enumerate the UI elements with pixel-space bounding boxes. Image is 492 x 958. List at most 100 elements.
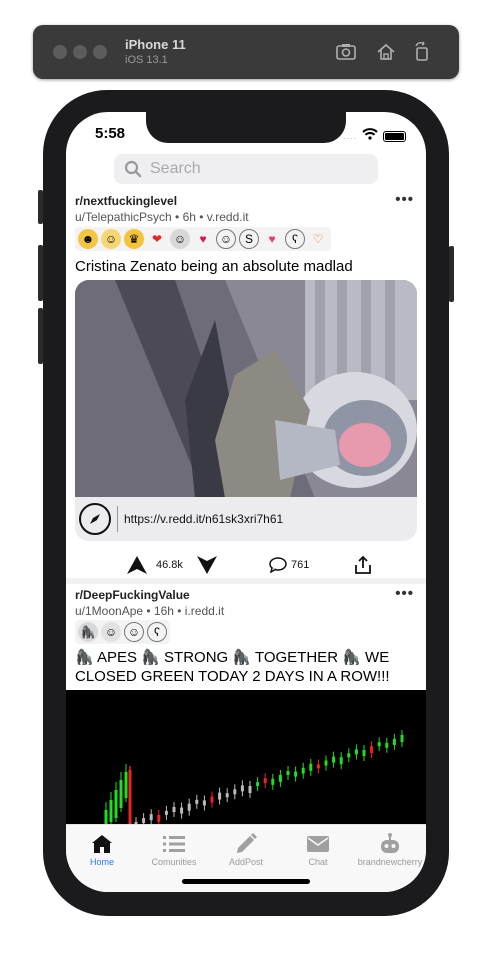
home-icon [66,831,138,857]
upvote-icon [127,556,147,574]
signal-icon: .... [342,131,357,141]
comments-button[interactable]: 761 [269,548,309,582]
candle [187,803,191,811]
wifi-icon [362,127,378,145]
candle [114,790,118,818]
robot-icon [354,831,426,857]
post-actions: 46.8k 761 [66,548,426,582]
list-icon [138,831,210,857]
simulator-title-bar: iPhone 11 iOS 13.1 [33,25,459,79]
minimize-window-button[interactable] [73,45,87,59]
candle [164,810,168,815]
heart-award-icon: ♥ [199,232,207,246]
tab-label: Chat [308,857,328,867]
candle [109,800,113,822]
smile-award-icon: ☺ [124,622,144,642]
candle [248,786,252,793]
post-image[interactable] [66,690,426,831]
notch [146,112,346,143]
tab-comunities[interactable]: Comunities [138,831,210,867]
candle [195,799,199,804]
heartwarming-award-icon: ❤ [151,232,163,246]
post-separator [66,578,426,584]
post-card[interactable]: r/nextfuckinglevel ••• u/TelepathicPsych… [66,191,426,578]
share-icon [355,555,371,574]
post-meta[interactable]: u/TelepathicPsych • 6h • v.redd.it [75,210,249,224]
tab-label: brandnewcherry [357,857,423,867]
mail-icon [282,831,354,857]
awards-row[interactable]: 🦍 ☺ ☺ ʕ [75,620,170,644]
candle [339,757,343,765]
wholesome-award-icon: ☺ [101,622,121,642]
screenshot-icon[interactable] [335,41,357,63]
candle [263,778,267,784]
volume-down-button [38,308,43,364]
candle [119,780,123,808]
video-preview[interactable]: https://v.redd.it/n61sk3xri7h61 [75,280,417,541]
silver-award-icon: S [239,229,259,249]
post-title[interactable]: Cristina Zenato being an absolute madlad [75,257,419,276]
candle [278,774,282,782]
candle [316,764,320,769]
home-device-icon[interactable] [375,41,397,63]
candle [271,778,275,785]
ape-award-icon: 🦍 [78,622,98,642]
post-subreddit[interactable]: r/DeepFuckingValue [75,588,190,602]
post-subreddit[interactable]: r/nextfuckinglevel [75,194,177,208]
gold-award-icon: ☻ [78,229,98,249]
post-meta[interactable]: u/1MoonApe • 16h • i.redd.it [75,604,224,618]
crown-award-icon: ♛ [124,229,144,249]
home-indicator [182,879,310,884]
simulator-os-version: iOS 13.1 [125,54,168,66]
candle [332,756,336,763]
candle [240,785,244,792]
link-row[interactable]: https://v.redd.it/n61sk3xri7h61 [75,497,417,541]
candle [124,772,128,798]
candle [256,782,260,787]
candle [324,760,328,766]
status-icons: .... [343,127,406,145]
candle [362,750,366,756]
candle [301,767,305,774]
awards-row[interactable]: ☻ ☺ ♛ ❤ ☺ ♥ ☺ S ♥ ʕ ♡ [75,227,331,251]
tab-home[interactable]: Home [66,831,138,867]
zoom-window-button[interactable] [93,45,107,59]
tab-addpost[interactable]: AddPost [210,831,282,867]
candle [225,793,229,798]
hug-award-icon: ♡ [312,232,324,246]
wholesome-award-icon: ☺ [170,229,190,249]
more-options-button[interactable]: ••• [395,585,414,602]
smile-award-icon: ☺ [216,229,236,249]
phone-screen: 5:58 .... Search r/nextfuckinglevel ••• … [66,112,426,892]
candle [128,770,132,830]
rotate-device-icon[interactable] [411,41,433,63]
search-placeholder: Search [150,160,201,177]
video-thumbnail [75,280,417,498]
tab-chat[interactable]: Chat [282,831,354,867]
pencil-icon [210,831,282,857]
status-time: 5:58 [95,125,126,142]
upvote-button[interactable] [126,548,148,582]
candle [370,746,374,754]
tab-profile[interactable]: brandnewcherry [354,831,426,867]
post-link-url[interactable]: https://v.redd.it/n61sk3xri7h61 [117,506,283,532]
compass-icon [79,503,111,535]
candle [392,738,396,745]
share-button[interactable] [354,548,372,582]
tab-label: Comunities [151,857,197,867]
post-title[interactable]: 🦍 APES 🦍 STRONG 🦍 TOGETHER 🦍 WE CLOSED G… [75,648,419,686]
search-bar[interactable]: Search [114,154,378,184]
downvote-button[interactable] [196,548,218,582]
candle [385,742,389,748]
candle [400,735,404,742]
comment-count: 761 [291,559,310,571]
close-window-button[interactable] [53,45,67,59]
candle [172,807,176,812]
love-award-icon: ♥ [268,232,276,246]
more-options-button[interactable]: ••• [395,191,414,208]
simulator-device-name: iPhone 11 [125,37,186,52]
tab-label: Home [89,857,114,867]
search-icon [124,160,142,178]
candle [180,807,184,814]
hugz-award-icon: ☺ [101,229,121,249]
